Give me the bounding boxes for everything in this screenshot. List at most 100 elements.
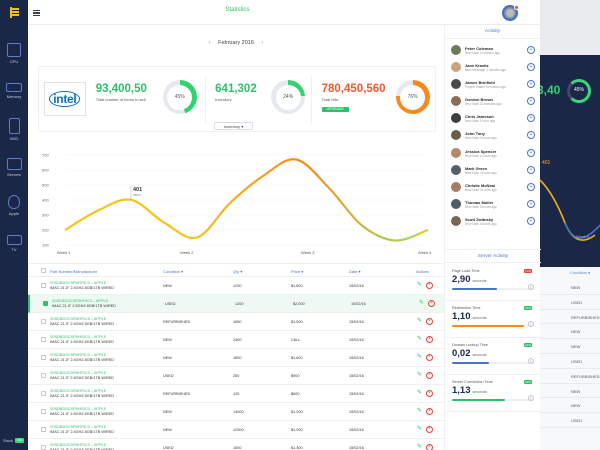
delete-icon[interactable]: × bbox=[428, 300, 435, 307]
add-icon[interactable]: + bbox=[527, 148, 535, 157]
part-number[interactable]: S0SDBDSCSR5HF0C0 – APPLE bbox=[50, 371, 106, 375]
part-number[interactable]: S0SDBDSCSR5HF0C0 – APPLE bbox=[50, 317, 106, 321]
stock-toggle[interactable]: Stock ON bbox=[3, 438, 25, 443]
col-qty[interactable]: Qty ▾ bbox=[233, 269, 242, 274]
sidebar-item-servers[interactable]: Servers bbox=[0, 153, 28, 181]
edit-icon[interactable]: ✎ bbox=[417, 354, 423, 360]
sidebar-item-cpu[interactable]: CPU bbox=[0, 39, 28, 67]
part-number[interactable]: S0SDBDSCSR5HF0C0 – APPLE bbox=[50, 335, 106, 339]
delete-icon[interactable]: × bbox=[426, 426, 433, 433]
delete-icon[interactable]: × bbox=[426, 390, 433, 397]
part-number[interactable]: S0SDBDSCSR5HF0C0 – APPLE bbox=[50, 281, 106, 285]
table-row[interactable]: S0SDBDSCSR5HF0C0 – APPLE IMAC 21.5" 2.5GH… bbox=[28, 421, 444, 439]
delete-icon[interactable]: × bbox=[426, 408, 433, 415]
add-icon[interactable]: + bbox=[527, 216, 535, 225]
part-number[interactable]: S0SDBDSCSR5HF0C0 – APPLE bbox=[52, 299, 108, 303]
row-checkbox[interactable] bbox=[41, 409, 46, 414]
row-checkbox[interactable] bbox=[41, 445, 46, 450]
chart-metric-dropdown[interactable]: Inventory ▾ bbox=[214, 122, 253, 130]
activity-detail: New Note 4 hours ago bbox=[465, 187, 497, 192]
delete-icon[interactable]: × bbox=[426, 444, 433, 450]
edit-icon[interactable]: ✎ bbox=[417, 426, 423, 432]
add-icon[interactable]: + bbox=[527, 46, 535, 54]
col-condition[interactable]: Condition ▾ bbox=[163, 269, 183, 274]
delete-icon[interactable]: × bbox=[426, 282, 433, 289]
info-icon[interactable]: i bbox=[528, 284, 534, 290]
row-checkbox[interactable] bbox=[41, 337, 46, 342]
row-checkbox[interactable] bbox=[41, 373, 46, 378]
add-icon[interactable]: + bbox=[527, 199, 535, 208]
add-icon[interactable]: + bbox=[527, 97, 535, 106]
part-number[interactable]: S0SDBDSCSR5HF0C0 – APPLE bbox=[50, 425, 106, 429]
table-row[interactable]: S0SDBDSCSR5HF0C0 – APPLE IMAC 21.5" 2.5GH… bbox=[28, 403, 444, 421]
edit-icon[interactable]: ✎ bbox=[417, 282, 423, 288]
info-icon[interactable]: i bbox=[528, 358, 534, 364]
sidebar-item-hdd[interactable]: HDD bbox=[0, 115, 28, 143]
delete-icon[interactable]: × bbox=[426, 336, 433, 343]
edit-icon[interactable]: ✎ bbox=[417, 336, 423, 342]
add-icon[interactable]: + bbox=[527, 114, 535, 123]
part-number[interactable]: S0SDBDSCSR5HF0C0 – APPLE bbox=[50, 389, 106, 393]
edit-icon[interactable]: ✎ bbox=[417, 444, 423, 450]
col-part-number[interactable]: Part Number/Manufacturer bbox=[50, 269, 97, 274]
chevron-left-icon[interactable]: ‹ bbox=[209, 40, 211, 46]
col-price[interactable]: Price ▾ bbox=[291, 269, 303, 274]
table-row[interactable]: S0SDBDSCSR5HF0C0 – APPLE IMAC 21.5" 2.5GH… bbox=[28, 295, 444, 313]
add-icon[interactable]: + bbox=[527, 165, 535, 174]
activity-item[interactable]: Jessica Spencer New Note 2 hours ago + bbox=[445, 145, 540, 162]
add-icon[interactable]: + bbox=[527, 63, 535, 72]
activity-item[interactable]: John Tony New Note 2 hours ago + bbox=[445, 127, 540, 144]
delete-icon[interactable]: × bbox=[426, 372, 433, 379]
row-checkbox[interactable] bbox=[41, 427, 46, 432]
activity-item[interactable]: Christie McNeal New Note 4 hours ago + bbox=[445, 179, 540, 196]
delete-icon[interactable]: × bbox=[426, 354, 433, 361]
table-row[interactable]: S0SDBDSCSR5HF0C0 – APPLE IMAC 21.5" 2.5GH… bbox=[28, 385, 444, 403]
activity-item[interactable]: Gordon Brown New Note 15 minutes ago + bbox=[445, 93, 540, 110]
table-row[interactable]: S0SDBDSCSR5HF0C0 – APPLE IMAC 21.5" 2.5GH… bbox=[28, 313, 444, 331]
edit-icon[interactable]: ✎ bbox=[419, 300, 425, 306]
col-date[interactable]: Date ▾ bbox=[349, 269, 361, 274]
info-icon[interactable]: i bbox=[528, 395, 534, 401]
metric-label: Page Load Time bbox=[452, 269, 480, 273]
activity-item[interactable]: Peter Coleman New Note 2 minutes ago + bbox=[445, 42, 540, 59]
row-checkbox[interactable] bbox=[43, 301, 48, 306]
row-checkbox[interactable] bbox=[41, 391, 46, 396]
chevron-right-icon[interactable]: › bbox=[261, 40, 263, 46]
activity-item[interactable]: James Brinfield Project Status 6 minutes … bbox=[445, 76, 540, 93]
part-number[interactable]: S0SDBDSCSR5HF0C0 – APPLE bbox=[50, 407, 106, 411]
progress-ring: 24% bbox=[271, 80, 306, 114]
row-checkbox[interactable] bbox=[41, 319, 46, 324]
table-row[interactable]: S0SDBDSCSR5HF0C0 – APPLE IMAC 21.5" 2.5GH… bbox=[28, 349, 444, 367]
progress-bar bbox=[452, 288, 498, 290]
metric-number: 1,10 bbox=[452, 311, 471, 322]
table-row[interactable]: S0SDBDSCSR5HF0C0 – APPLE IMAC 21.5" 2.5GH… bbox=[28, 331, 444, 349]
add-icon[interactable]: + bbox=[527, 131, 535, 140]
part-number[interactable]: S0SDBDSCSR5HF0C0 – APPLE bbox=[50, 353, 106, 357]
activity-item[interactable]: Chris Jameson New Note 1 hour ago + bbox=[445, 110, 540, 127]
edit-icon[interactable]: ✎ bbox=[417, 408, 423, 414]
sidebar-item-tv[interactable]: TV bbox=[0, 229, 28, 257]
edit-icon[interactable]: ✎ bbox=[417, 372, 423, 378]
upgrade-button[interactable]: UPGRADE bbox=[321, 107, 349, 112]
sidebar-item-memory[interactable]: Memory bbox=[0, 77, 28, 105]
edit-icon[interactable]: ✎ bbox=[417, 318, 423, 324]
stock-switch[interactable]: ON bbox=[15, 438, 25, 443]
add-icon[interactable]: + bbox=[527, 80, 535, 89]
edit-icon[interactable]: ✎ bbox=[417, 390, 423, 396]
info-icon[interactable]: i bbox=[528, 321, 534, 327]
row-checkbox[interactable] bbox=[41, 283, 46, 288]
part-number[interactable]: S0SDBDSCSR5HF0C0 – APPLE bbox=[50, 443, 106, 447]
table-row[interactable]: S0SDBDSCSR5HF0C0 – APPLE IMAC 21.5" 2.5GH… bbox=[28, 439, 444, 450]
activity-item[interactable]: Mark Green New Note 3 hours ago + bbox=[445, 162, 540, 179]
condition-cell: NEW bbox=[163, 356, 172, 360]
add-icon[interactable]: + bbox=[527, 182, 535, 191]
select-all-checkbox[interactable] bbox=[41, 268, 46, 273]
delete-icon[interactable]: × bbox=[426, 318, 433, 325]
activity-item[interactable]: Scott Zwitnsky New Note 6 hours ago + bbox=[445, 213, 540, 230]
activity-item[interactable]: Thomas Muller New Note 5 hours ago + bbox=[445, 196, 540, 213]
sidebar-item-apple[interactable]: Apple bbox=[0, 191, 28, 219]
activity-item[interactable]: Jane Kravitz New Message 2 minutes ago + bbox=[445, 59, 540, 76]
row-checkbox[interactable] bbox=[41, 355, 46, 360]
table-row[interactable]: S0SDBDSCSR5HF0C0 – APPLE IMAC 21.5" 2.5GH… bbox=[28, 277, 444, 295]
table-row[interactable]: S0SDBDSCSR5HF0C0 – APPLE IMAC 21.5" 2.5GH… bbox=[28, 367, 444, 385]
